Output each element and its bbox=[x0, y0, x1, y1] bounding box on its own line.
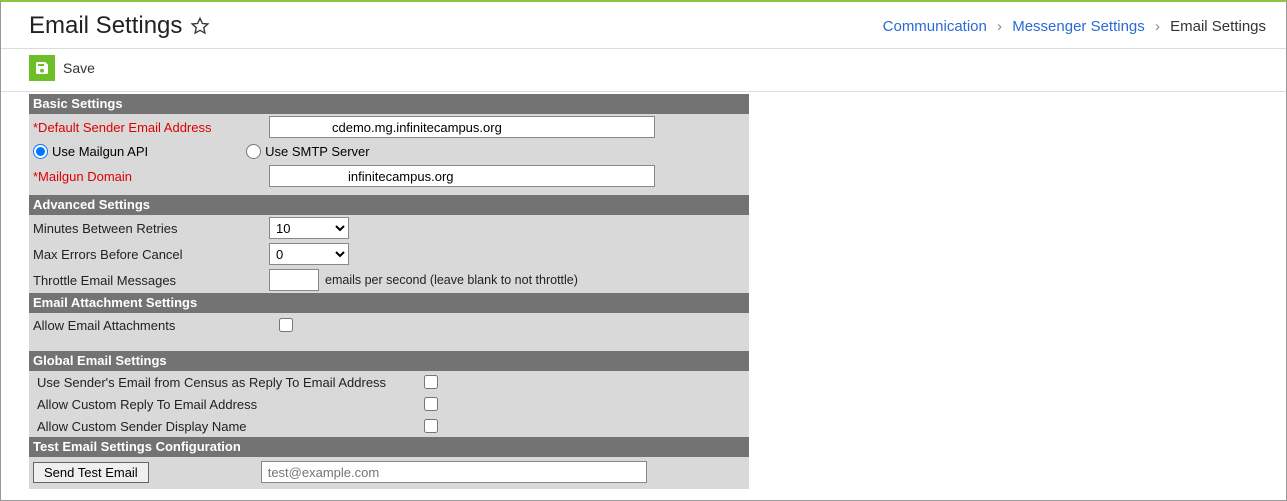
star-icon[interactable] bbox=[190, 16, 210, 36]
throttle-hint: emails per second (leave blank to not th… bbox=[325, 273, 578, 287]
minutes-retries-label: Minutes Between Retries bbox=[33, 221, 269, 236]
save-label[interactable]: Save bbox=[63, 60, 95, 76]
section-advanced-header: Advanced Settings bbox=[29, 195, 749, 215]
chevron-right-icon: › bbox=[997, 18, 1002, 35]
breadcrumb-messenger-settings[interactable]: Messenger Settings bbox=[1012, 18, 1145, 35]
form-panel: Basic Settings *Default Sender Email Add… bbox=[29, 94, 749, 489]
radio-mailgun[interactable] bbox=[33, 144, 48, 159]
chevron-right-icon: › bbox=[1155, 18, 1160, 35]
send-test-email-button[interactable]: Send Test Email bbox=[33, 462, 149, 483]
section-attach-header: Email Attachment Settings bbox=[29, 293, 749, 313]
throttle-input[interactable] bbox=[269, 269, 319, 291]
section-global-header: Global Email Settings bbox=[29, 351, 749, 371]
page-title: Email Settings bbox=[29, 12, 182, 40]
minutes-retries-select[interactable]: 10 bbox=[269, 217, 349, 239]
breadcrumb: Communication › Messenger Settings › Ema… bbox=[883, 18, 1266, 35]
section-test-header: Test Email Settings Configuration bbox=[29, 437, 749, 457]
max-errors-label: Max Errors Before Cancel bbox=[33, 247, 269, 262]
mailgun-domain-input[interactable] bbox=[269, 165, 655, 187]
radio-mailgun-option[interactable]: Use Mailgun API bbox=[33, 144, 148, 159]
census-reply-checkbox[interactable] bbox=[424, 375, 438, 389]
custom-reply-label: Allow Custom Reply To Email Address bbox=[33, 397, 411, 412]
default-sender-input[interactable] bbox=[269, 116, 655, 138]
toolbar: Save bbox=[1, 49, 1286, 92]
page-header: Email Settings Communication › Messenger… bbox=[1, 2, 1286, 49]
mailgun-domain-label: *Mailgun Domain bbox=[33, 169, 269, 184]
radio-smtp-label: Use SMTP Server bbox=[265, 144, 370, 159]
throttle-label: Throttle Email Messages bbox=[33, 273, 269, 288]
breadcrumb-current: Email Settings bbox=[1170, 18, 1266, 35]
allow-attachments-label: Allow Email Attachments bbox=[33, 318, 269, 333]
custom-display-label: Allow Custom Sender Display Name bbox=[33, 419, 411, 434]
save-icon bbox=[34, 60, 50, 76]
custom-display-checkbox[interactable] bbox=[424, 419, 438, 433]
custom-reply-checkbox[interactable] bbox=[424, 397, 438, 411]
census-reply-label: Use Sender's Email from Census as Reply … bbox=[33, 375, 411, 390]
save-button[interactable] bbox=[29, 55, 55, 81]
test-email-input[interactable] bbox=[261, 461, 647, 483]
max-errors-select[interactable]: 0 bbox=[269, 243, 349, 265]
radio-mailgun-label: Use Mailgun API bbox=[52, 144, 148, 159]
radio-smtp-option[interactable]: Use SMTP Server bbox=[246, 144, 370, 159]
section-basic-header: Basic Settings bbox=[29, 94, 749, 114]
default-sender-label: *Default Sender Email Address bbox=[33, 120, 269, 135]
allow-attachments-checkbox[interactable] bbox=[279, 318, 293, 332]
breadcrumb-communication[interactable]: Communication bbox=[883, 18, 987, 35]
radio-smtp[interactable] bbox=[246, 144, 261, 159]
